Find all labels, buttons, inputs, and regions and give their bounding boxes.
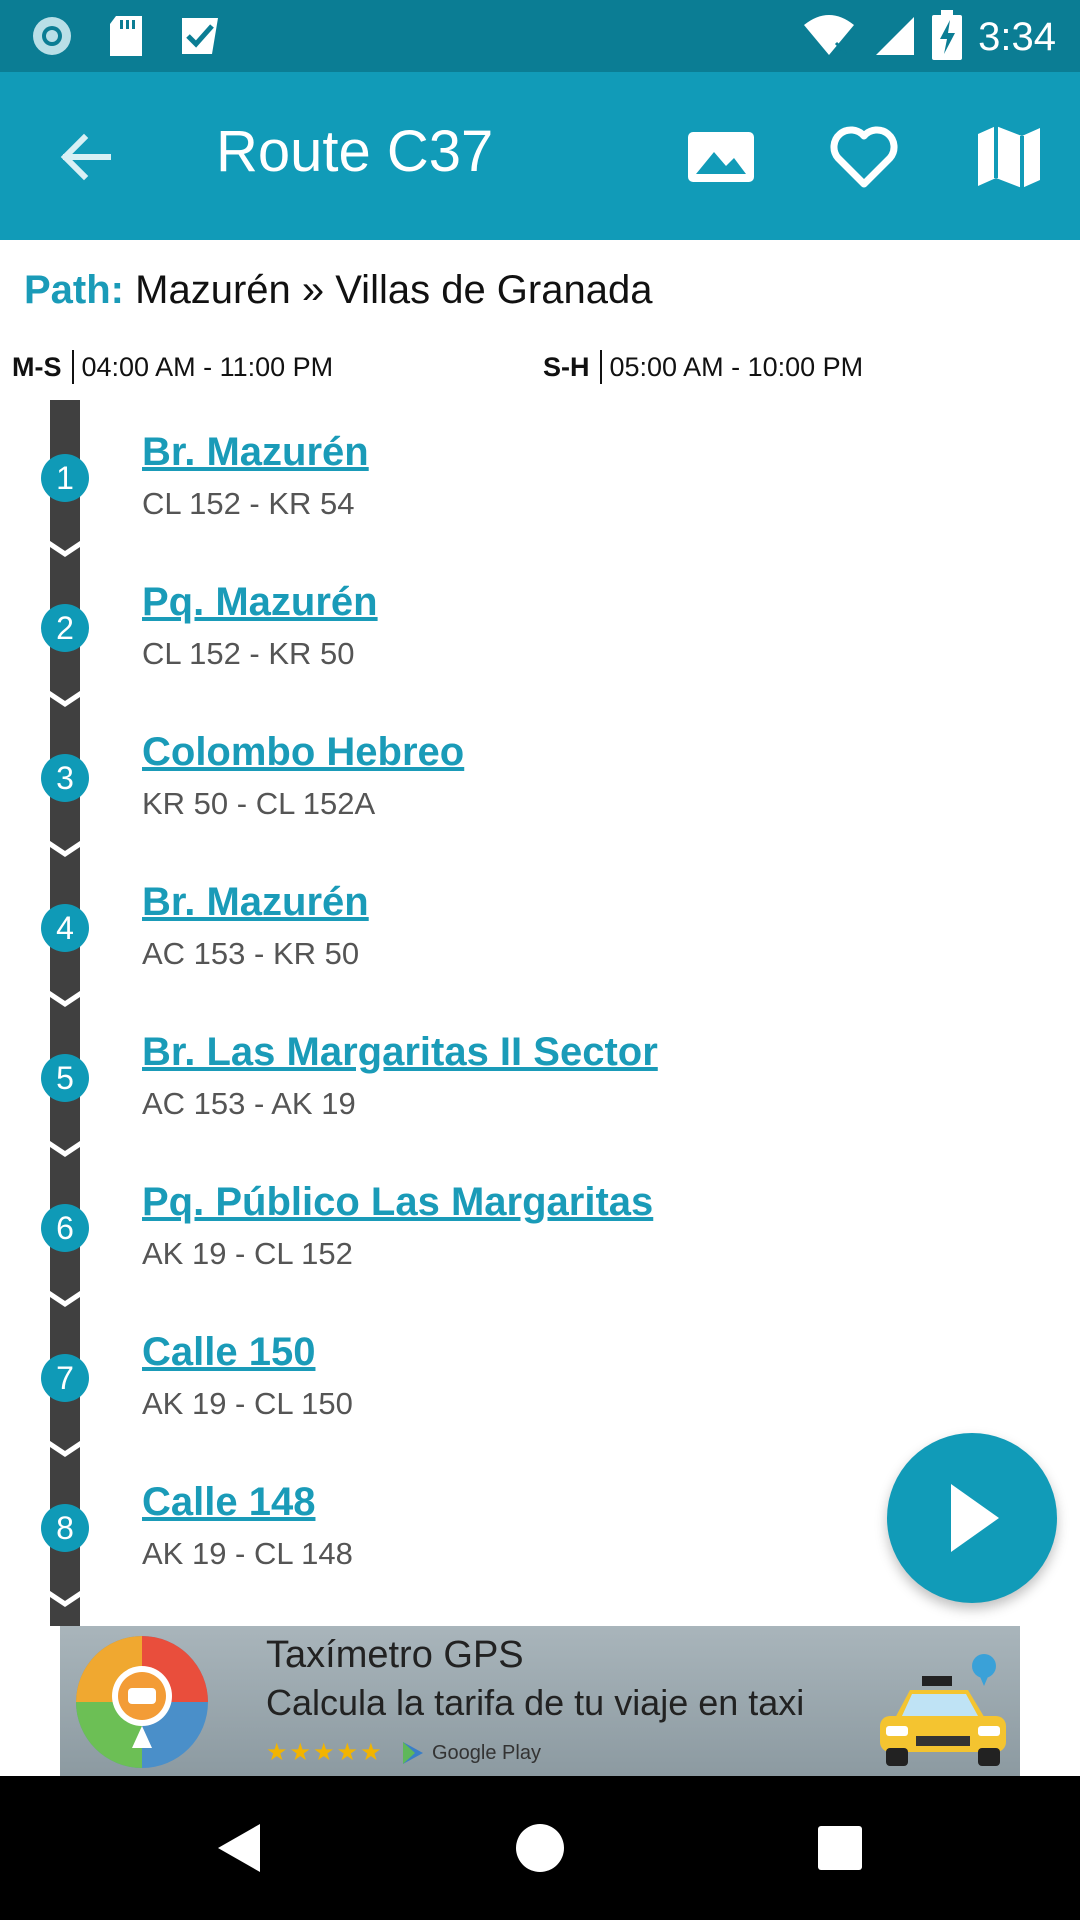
chevron-down-icon <box>39 835 91 858</box>
stop-name-link[interactable]: Calle 148 <box>142 1480 315 1525</box>
stop-number-badge: 8 <box>41 1504 89 1552</box>
stop-address: AC 153 - KR 50 <box>142 936 360 971</box>
path-label: Path: <box>24 268 124 312</box>
stop-name-link[interactable]: Pq. Mazurén <box>142 580 378 625</box>
stop-address: KR 50 - CL 152A <box>142 786 376 821</box>
signal-icon <box>872 13 916 62</box>
google-play-label: Google Play <box>432 1741 541 1764</box>
system-nav-bar <box>0 1776 1080 1920</box>
chevron-down-icon <box>39 1135 91 1158</box>
stop-item[interactable]: 6 Pq. Público Las Margaritas AK 19 - CL … <box>0 1180 1080 1330</box>
status-bar: 3:34 <box>0 0 1080 72</box>
schedule-days: M-S <box>12 351 62 382</box>
play-icon <box>951 1484 999 1552</box>
schedule-days: S-H <box>543 351 590 382</box>
stop-address: CL 152 - KR 54 <box>142 486 355 521</box>
chevron-down-icon <box>39 985 91 1008</box>
stop-name-link[interactable]: Br. Mazurén <box>142 880 369 925</box>
schedule-hours: 05:00 AM - 10:00 PM <box>609 351 864 382</box>
stop-number-badge: 3 <box>41 754 89 802</box>
map-icon[interactable] <box>972 120 1046 194</box>
nav-home-icon[interactable] <box>510 1818 570 1878</box>
route-path: Path: Mazurén » Villas de Granada <box>24 268 652 313</box>
stop-name-link[interactable]: Calle 150 <box>142 1330 315 1375</box>
play-route-button[interactable] <box>887 1433 1057 1603</box>
schedule-divider <box>71 350 74 384</box>
nav-back-icon[interactable] <box>210 1818 270 1878</box>
app-bar: Route C37 <box>0 72 1080 240</box>
chevron-down-icon <box>39 1285 91 1308</box>
stop-number-badge: 4 <box>41 904 89 952</box>
stop-address: CL 152 - KR 50 <box>142 636 355 671</box>
schedule-weekdays: M-S 04:00 AM - 11:00 PM <box>12 350 333 384</box>
taxi-car-icon <box>880 1654 1006 1766</box>
stop-number-badge: 6 <box>41 1204 89 1252</box>
chevron-down-icon <box>39 535 91 558</box>
stop-name-link[interactable]: Br. Mazurén <box>142 430 369 475</box>
stop-address: AK 19 - CL 152 <box>142 1236 353 1271</box>
schedule-hours: 04:00 AM - 11:00 PM <box>81 351 334 382</box>
stop-address: AC 153 - AK 19 <box>142 1086 356 1121</box>
favorite-heart-icon[interactable] <box>827 120 901 194</box>
stop-number-badge: 7 <box>41 1354 89 1402</box>
stop-number-badge: 1 <box>41 454 89 502</box>
stop-address: AK 19 - CL 150 <box>142 1386 353 1421</box>
chevron-down-icon <box>39 685 91 708</box>
path-value: Mazurén » Villas de Granada <box>135 268 653 312</box>
stop-item[interactable]: 3 Colombo Hebreo KR 50 - CL 152A <box>0 730 1080 880</box>
ad-title: Taxímetro GPS <box>266 1634 524 1676</box>
schedule-divider <box>599 350 602 384</box>
ad-banner[interactable]: Taxímetro GPS Calcula la tarifa de tu vi… <box>60 1626 1020 1776</box>
stop-item[interactable]: 2 Pq. Mazurén CL 152 - KR 50 <box>0 580 1080 730</box>
ad-subtitle: Calcula la tarifa de tu viaje en taxi <box>266 1682 805 1723</box>
schedule-holidays: S-H 05:00 AM - 10:00 PM <box>543 350 863 384</box>
google-play-icon <box>403 1742 423 1764</box>
chevron-down-icon <box>39 1435 91 1458</box>
battery-charging-icon <box>932 10 963 65</box>
stop-item[interactable]: 1 Br. Mazurén CL 152 - KR 54 <box>0 430 1080 580</box>
stop-number-badge: 2 <box>41 604 89 652</box>
taximeter-app-logo-icon <box>76 1636 208 1768</box>
stop-address: AK 19 - CL 148 <box>142 1536 353 1571</box>
stop-number-badge: 5 <box>41 1054 89 1102</box>
image-icon[interactable] <box>684 120 758 194</box>
nav-recents-icon[interactable] <box>810 1818 870 1878</box>
stop-name-link[interactable]: Br. Las Margaritas II Sector <box>142 1030 658 1075</box>
stop-item[interactable]: 4 Br. Mazurén AC 153 - KR 50 <box>0 880 1080 1030</box>
page-title: Route C37 <box>216 119 494 184</box>
stop-name-link[interactable]: Colombo Hebreo <box>142 730 464 775</box>
stop-item[interactable]: 5 Br. Las Margaritas II Sector AC 153 - … <box>0 1030 1080 1180</box>
back-arrow-icon[interactable] <box>52 122 122 192</box>
google-play-badge: Google Play <box>400 1740 541 1766</box>
wifi-icon <box>802 13 856 62</box>
ad-rating-stars: ★★★★★ <box>266 1739 384 1766</box>
stop-name-link[interactable]: Pq. Público Las Margaritas <box>142 1180 653 1225</box>
sync-icon <box>30 14 74 63</box>
clock: 3:34 <box>978 15 1056 59</box>
chevron-down-icon <box>39 1585 91 1608</box>
sd-card-icon <box>108 14 144 63</box>
task-check-icon <box>178 14 222 63</box>
